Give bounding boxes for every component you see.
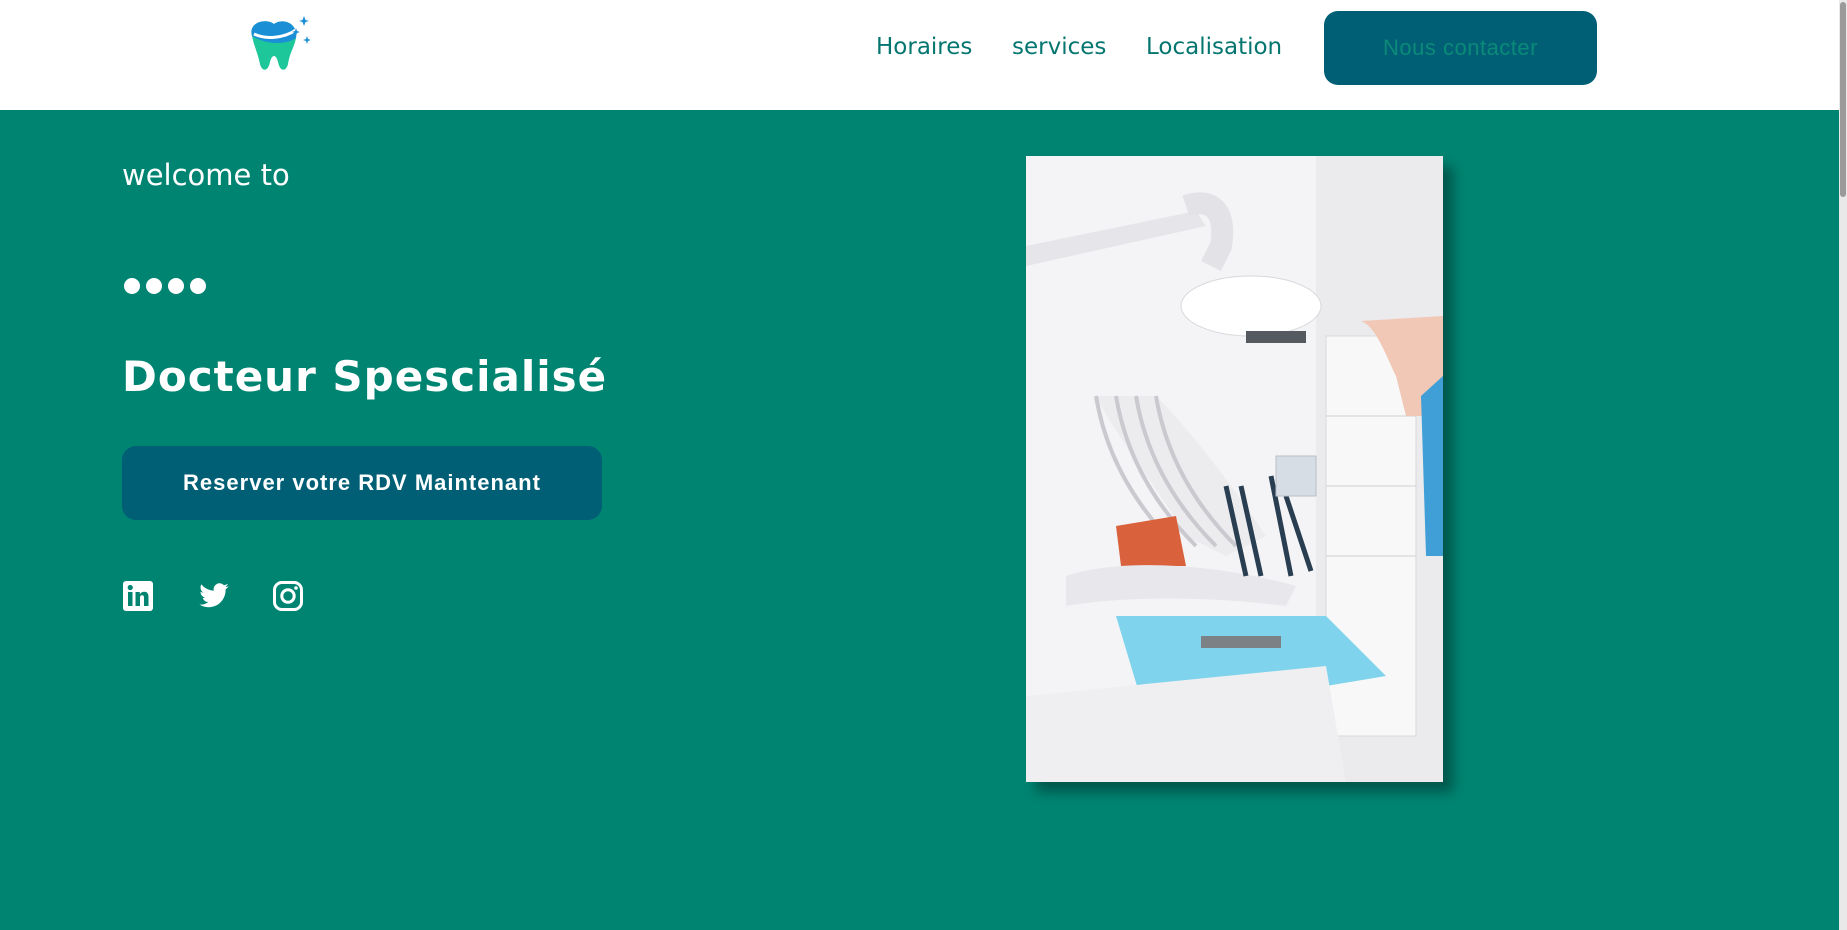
- masked-name-dots: [124, 278, 206, 294]
- tooth-logo-icon[interactable]: [244, 14, 314, 76]
- site-header: Horaires services Localisation Nous cont…: [0, 0, 1847, 110]
- hero-title: Docteur Spescialisé: [122, 352, 608, 401]
- social-links: [122, 580, 347, 612]
- welcome-text: welcome to: [122, 158, 290, 192]
- dot: [146, 278, 162, 294]
- scrollbar-thumb[interactable]: [1840, 2, 1846, 197]
- dot: [168, 278, 184, 294]
- contact-button[interactable]: Nous contacter: [1324, 11, 1597, 85]
- page-scrollbar[interactable]: [1839, 0, 1847, 930]
- linkedin-icon[interactable]: [122, 580, 154, 612]
- book-appointment-button[interactable]: Reserver votre RDV Maintenant: [122, 446, 602, 520]
- instagram-icon[interactable]: [272, 580, 304, 612]
- nav-link-localisation[interactable]: Localisation: [1146, 34, 1282, 60]
- dot: [124, 278, 140, 294]
- twitter-icon[interactable]: [197, 580, 229, 612]
- nav-link-services[interactable]: services: [1012, 34, 1106, 60]
- dental-clinic-photo: [1026, 156, 1443, 782]
- nav-link-horaires[interactable]: Horaires: [876, 34, 972, 60]
- dot: [190, 278, 206, 294]
